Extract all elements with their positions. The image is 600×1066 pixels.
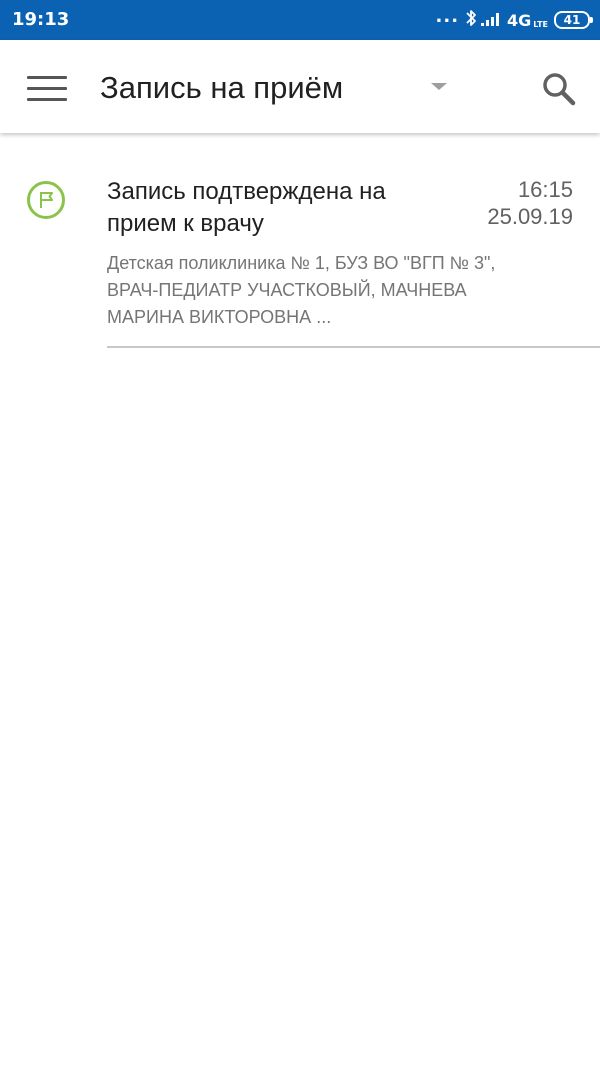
- battery-tip: [590, 17, 593, 23]
- status-icons: ... 4G LTE 41: [435, 6, 593, 32]
- bluetooth-icon: [465, 9, 477, 31]
- notification-dots: ...: [435, 6, 460, 27]
- menu-line: [27, 98, 67, 101]
- flag-icon: [26, 180, 66, 220]
- notification-time: 16:15: [517, 177, 573, 202]
- search-icon[interactable]: [540, 70, 578, 108]
- battery-level: 41: [563, 13, 581, 27]
- notification-date: 25.09.19: [487, 204, 573, 229]
- status-bar: 19:13 ... 4G LTE 41: [0, 0, 600, 40]
- notification-list: Запись подтверждена на прием к врачу 16:…: [0, 133, 600, 348]
- status-time: 19:13: [12, 9, 70, 30]
- divider: [107, 346, 600, 348]
- dropdown-triangle: [431, 83, 447, 90]
- app-bar: Запись на приём: [0, 40, 600, 133]
- network-subtype: LTE: [533, 19, 548, 29]
- network-type: 4G: [507, 10, 532, 30]
- signal-strength-icon: [481, 10, 503, 30]
- page-title[interactable]: Запись на приём: [100, 70, 343, 106]
- dropdown-arrow-icon[interactable]: [424, 74, 454, 98]
- notification-title: Запись подтверждена на прием к врачу: [107, 178, 386, 237]
- notification-description: Детская поликлиника № 1, БУЗ ВО "ВГП № 3…: [107, 253, 496, 327]
- battery-icon: 41: [554, 11, 593, 29]
- list-item[interactable]: Запись подтверждена на прием к врачу 16:…: [0, 133, 600, 348]
- menu-line: [27, 76, 67, 79]
- hamburger-menu-icon[interactable]: [20, 66, 72, 110]
- menu-line: [27, 87, 67, 90]
